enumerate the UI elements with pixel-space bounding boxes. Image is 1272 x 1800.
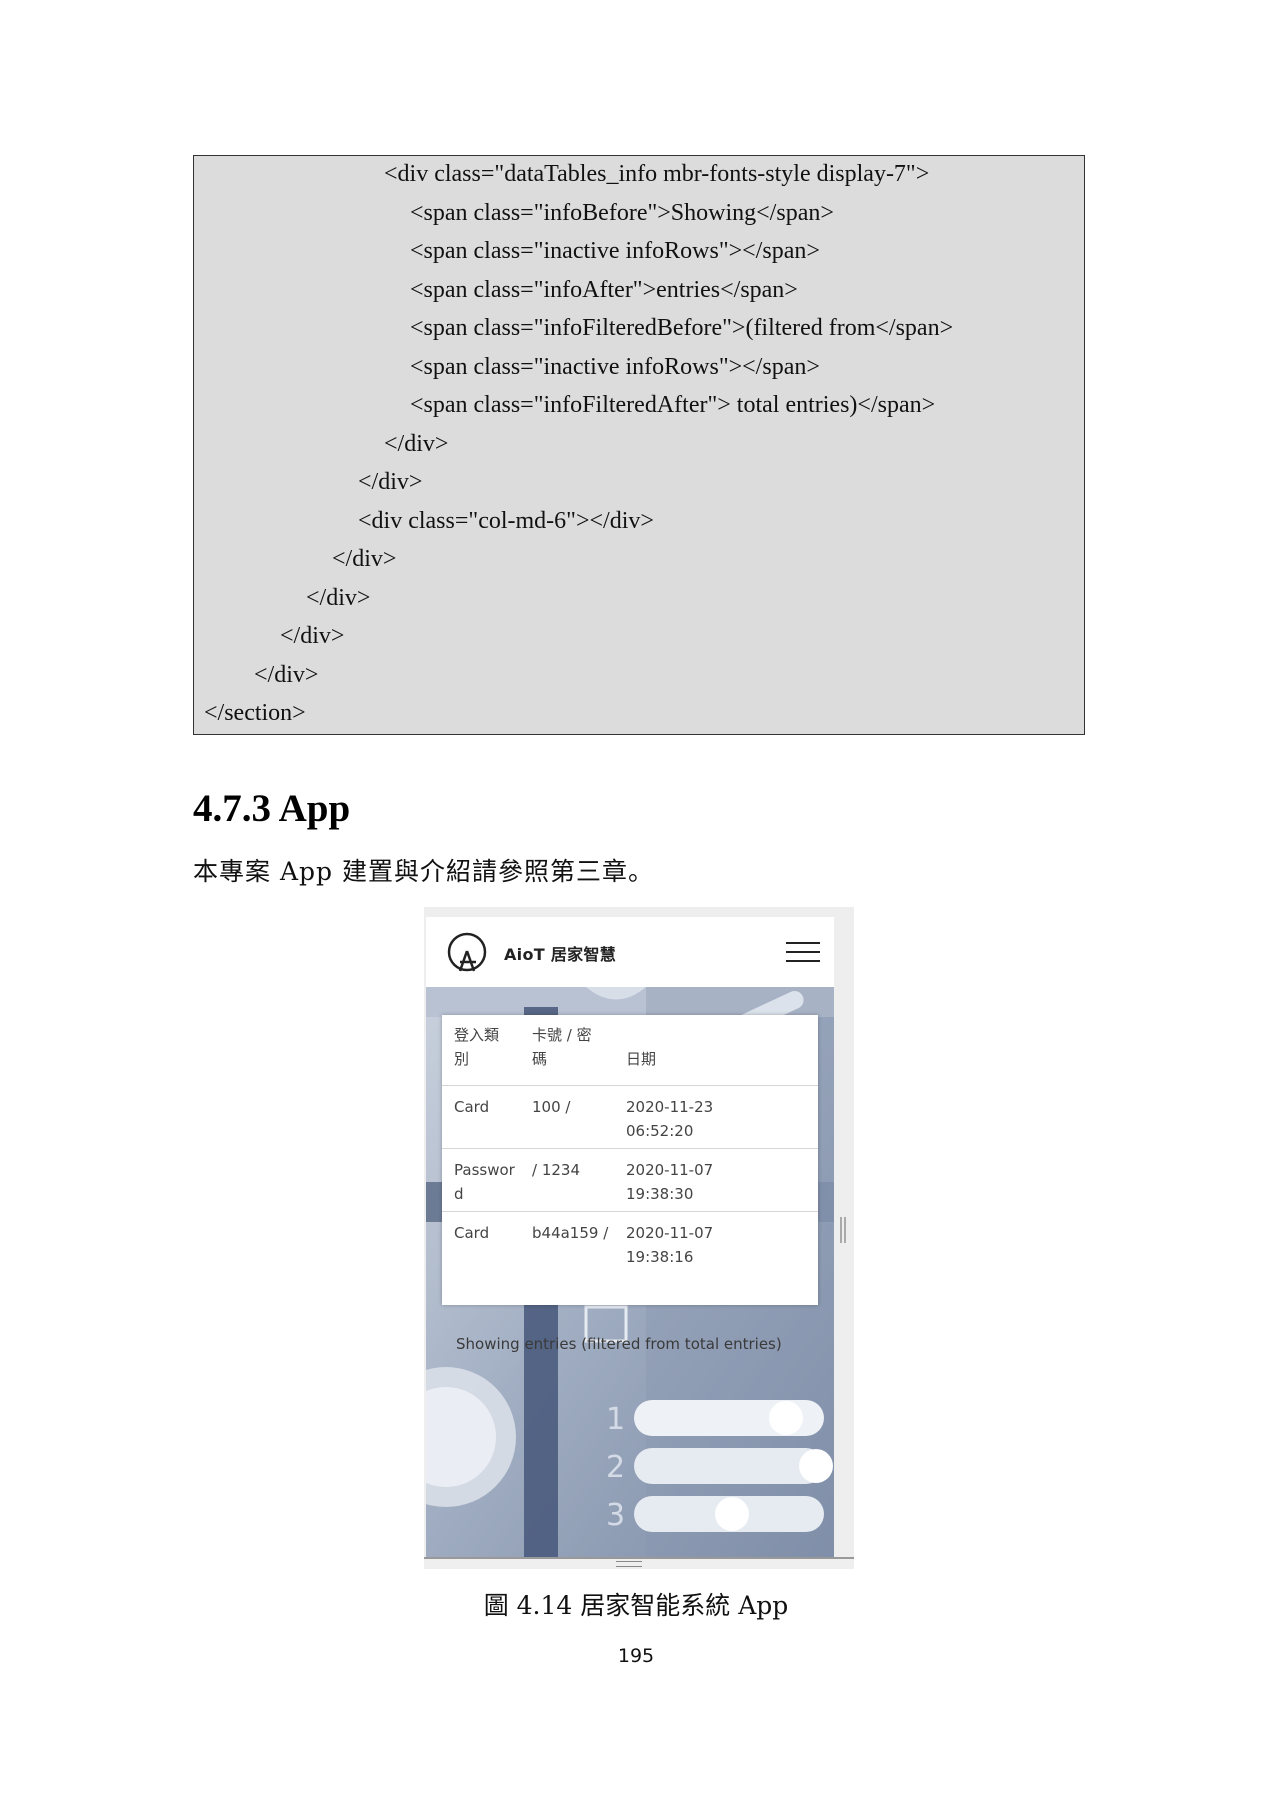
hamburger-menu-icon[interactable] — [786, 942, 820, 964]
resize-grip-icon[interactable] — [616, 1561, 642, 1567]
row-divider — [442, 1211, 818, 1212]
row-divider — [442, 1148, 818, 1149]
code-block: <div class="dataTables_info mbr-fonts-st… — [193, 155, 1085, 735]
app-title: AioT 居家智慧 — [504, 945, 617, 964]
code-line: <span class="infoBefore">Showing</span> — [410, 200, 834, 226]
code-line: <span class="infoAfter">entries</span> — [410, 277, 798, 303]
code-line: <span class="infoFilteredBefore">(filter… — [410, 315, 954, 341]
code-line: </div> — [280, 623, 345, 649]
code-line: </div> — [384, 431, 449, 457]
code-line: <div class="dataTables_info mbr-fonts-st… — [384, 161, 930, 187]
switch-label: 1 — [606, 1402, 625, 1437]
row-divider — [442, 1085, 818, 1086]
table-info-text: Showing entries (filtered from total ent… — [456, 1335, 782, 1353]
table-cell: 2020-11-23 06:52:20 — [626, 1098, 714, 1140]
table-cell: Card — [454, 1098, 490, 1116]
window-bottom-bar — [424, 1557, 854, 1569]
code-line: </div> — [358, 469, 423, 495]
table-cell: / 1234 — [532, 1161, 580, 1179]
code-line: <span class="infoFilteredAfter"> total e… — [410, 392, 936, 418]
aiot-logo-icon — [447, 932, 487, 972]
switch-label: 2 — [606, 1450, 625, 1485]
code-line: </section> — [204, 700, 306, 726]
code-line: </div> — [254, 662, 319, 688]
table-cell: 2020-11-07 19:38:30 — [626, 1161, 714, 1203]
page-number: 195 — [617, 1645, 655, 1667]
table-cell: 2020-11-07 19:38:16 — [626, 1224, 714, 1266]
table-cell: b44a159 / — [532, 1224, 609, 1242]
table-cell: Card — [454, 1224, 490, 1242]
app-screenshot: AioT 居家智慧 1 2 3 登入類 別 卡號 / 密 碼 日期 Card 1… — [424, 907, 854, 1569]
login-records-table: 登入類 別 卡號 / 密 碼 日期 Card 100 / 2020-11-23 … — [442, 1015, 818, 1305]
table-cell: Passwor d — [454, 1161, 515, 1203]
table-header-cell: 日期 — [626, 1050, 657, 1068]
app-viewport: AioT 居家智慧 1 2 3 登入類 別 卡號 / 密 碼 日期 Card 1… — [426, 917, 834, 1557]
code-line: <div class="col-md-6"></div> — [358, 508, 654, 534]
app-header: AioT 居家智慧 — [426, 917, 834, 987]
scrollbar-handle[interactable] — [840, 1217, 846, 1243]
switch-label: 3 — [606, 1498, 625, 1533]
code-line: <span class="inactive infoRows"></span> — [410, 238, 820, 264]
code-line: </div> — [306, 585, 371, 611]
section-body-text: 本專案 App 建置與介紹請參照第三章。 — [193, 857, 654, 886]
table-cell: 100 / — [532, 1098, 571, 1116]
section-heading: 4.7.3 App — [193, 787, 351, 830]
code-line: </div> — [332, 546, 397, 572]
table-header-cell: 卡號 / 密 碼 — [532, 1026, 592, 1068]
code-line: <span class="inactive infoRows"></span> — [410, 354, 820, 380]
table-header-cell: 登入類 別 — [454, 1026, 500, 1068]
figure-caption: 圖 4.14 居家智能系統 App — [483, 1591, 789, 1620]
